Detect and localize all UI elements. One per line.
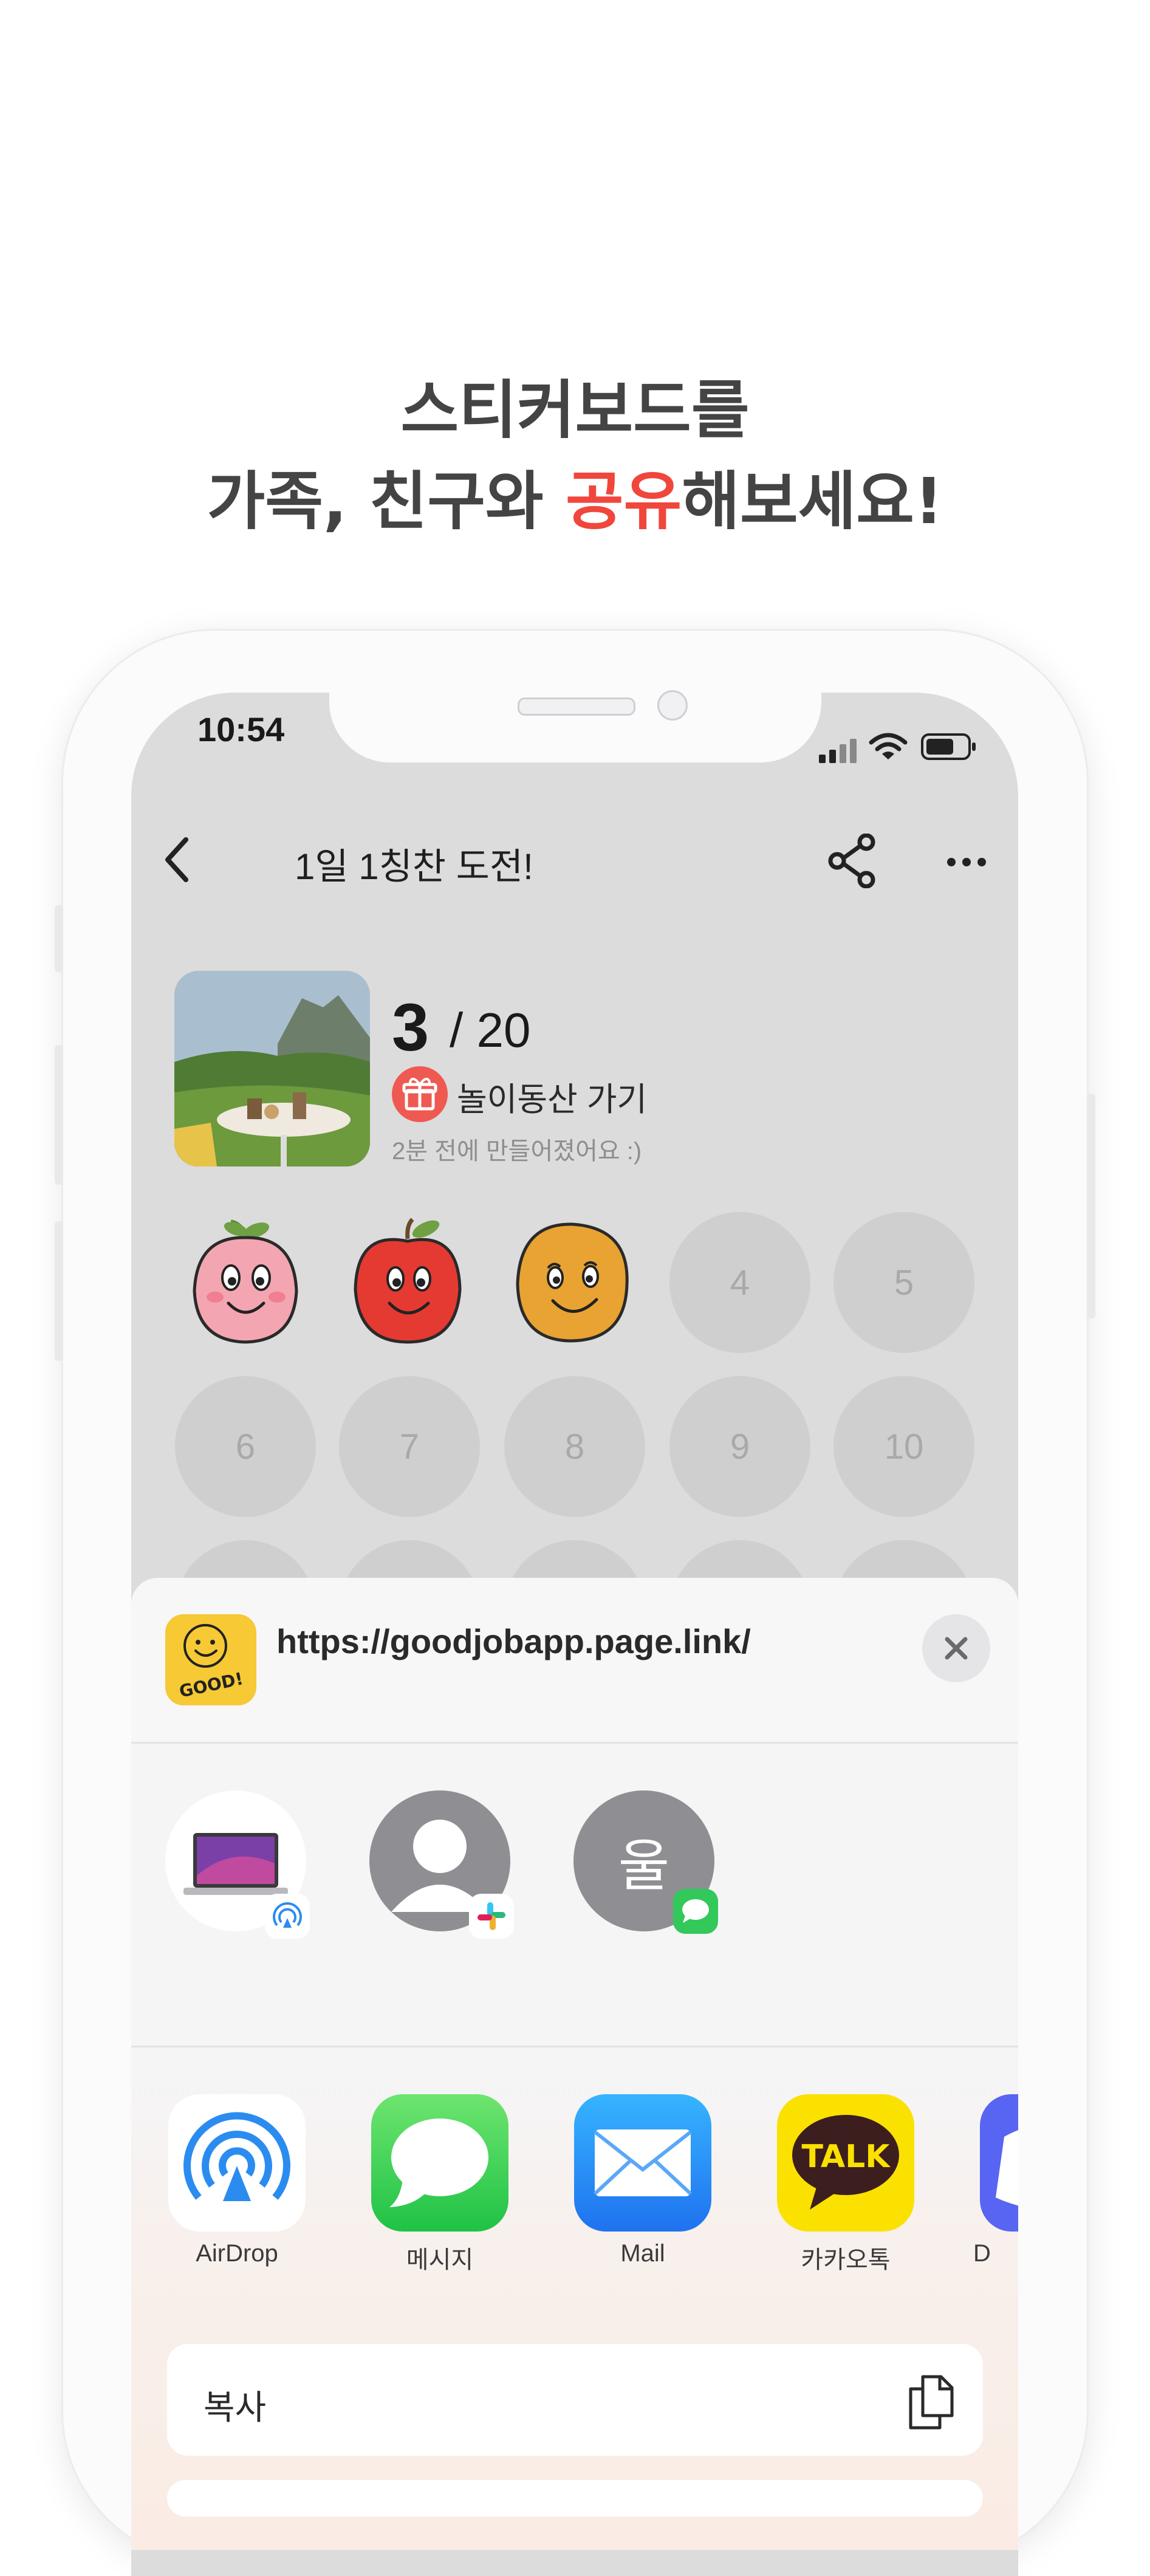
app-label: 메시지 [406,2247,474,2273]
messages-badge-icon [673,1889,718,1934]
side-button [55,905,63,972]
copy-label: 복사 [204,2388,267,2427]
headline-highlight: 공유 [565,464,682,538]
share-icon[interactable] [826,834,881,888]
page-title: 1일 1칭찬 도전! [295,846,533,887]
red-apple-sticker [354,1218,462,1344]
volume-up-button [55,1045,63,1185]
sticker-slot[interactable]: 10 [833,1376,974,1517]
gift-icon [392,1066,448,1122]
volume-down-button [55,1221,63,1361]
power-button [1087,1094,1095,1318]
signal-icon [819,738,859,763]
wifi-icon [869,733,908,759]
action-row[interactable] [167,2480,983,2516]
kakaotalk-icon: TALK [792,2115,899,2210]
battery-icon [921,733,976,760]
contact-initial: 울 [618,1833,670,1899]
messages-app[interactable] [371,2094,508,2232]
created-time: 2분 전에 만들어졌어요 :) [392,1138,642,1165]
airdrop-badge-icon [265,1894,310,1939]
headline-text-end: 해보세요! [682,464,943,538]
headline-line-1: 스티커보드를 [400,373,750,447]
close-button[interactable] [922,1614,990,1682]
headline-text: 가족, 친구와 [207,464,566,538]
copy-icon [909,2375,954,2430]
orange-smiley-sticker [516,1222,629,1343]
board-thumbnail [174,971,370,1166]
front-camera [657,690,688,721]
more-icon[interactable] [945,853,988,871]
pink-peach-sticker [193,1219,298,1344]
goodjob-app-logo: GOOD! [165,1614,256,1705]
app-label: 카카오톡 [801,2247,891,2273]
airdrop-app[interactable] [168,2094,306,2232]
slack-badge-icon [469,1894,514,1939]
sticker-slot[interactable]: 5 [833,1212,974,1353]
discord-icon [996,2130,1018,2206]
headline: 스티커보드를 가족, 친구와 공유해보세요! [0,365,1150,547]
copy-action-row[interactable]: 복사 [167,2344,983,2456]
messages-icon [389,2119,488,2207]
share-url: https://goodjobapp.page.link/ [276,1622,751,1660]
speaker-grille [518,697,635,716]
discord-app[interactable] [980,2094,1018,2232]
mail-app[interactable] [574,2094,711,2232]
sticker-total: / 20 [450,1003,531,1057]
app-label: Mail [620,2240,665,2267]
divider [131,1742,1018,1744]
headline-line-2: 가족, 친구와 공유해보세요! [0,456,1150,547]
divider [131,2046,1018,2047]
sticker-slot[interactable]: 7 [339,1376,480,1517]
status-time: 10:54 [197,710,285,748]
app-label: AirDrop [196,2240,278,2267]
mail-icon [593,2129,693,2196]
kakaotalk-icon-text: TALK [801,2139,891,2175]
airdrop-icon [183,2112,290,2201]
sticker-slot[interactable]: 8 [504,1376,645,1517]
sticker-slot[interactable]: 6 [175,1376,316,1517]
close-icon [945,1637,968,1660]
chevron-left-icon[interactable] [159,832,196,887]
logo-text: GOOD! [177,1668,245,1701]
app-label: D [973,2240,991,2267]
kakaotalk-app[interactable]: TALK [777,2094,914,2232]
reward-text: 놀이동산 가기 [457,1081,648,1118]
sticker-slot[interactable]: 4 [669,1212,810,1353]
sticker-slot[interactable]: 9 [669,1376,810,1517]
sticker-count: 3 [392,990,430,1065]
